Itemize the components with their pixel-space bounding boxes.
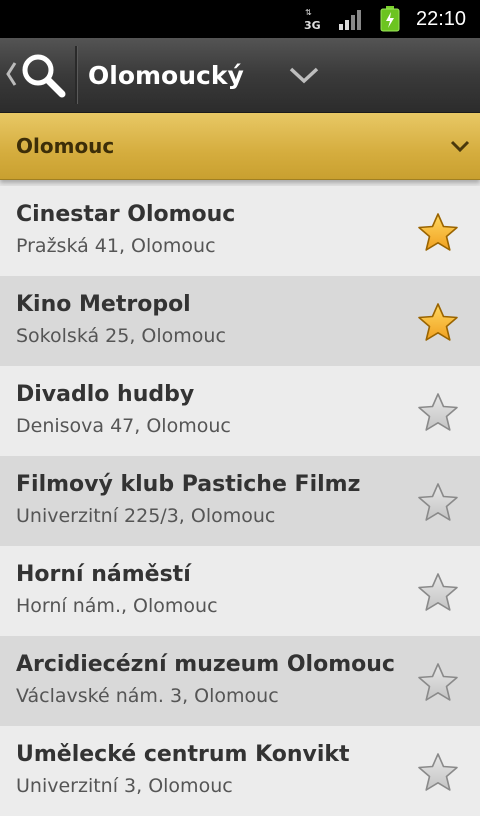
chevron-down-icon — [450, 140, 470, 153]
list-item[interactable]: Horní náměstí Horní nám., Olomouc — [0, 546, 480, 636]
back-chevron-icon[interactable] — [5, 60, 17, 88]
signal-strength-icon — [339, 10, 361, 30]
venue-address: Václavské nám. 3, Olomouc — [16, 685, 279, 707]
city-selector[interactable]: Olomouc — [0, 113, 480, 180]
venue-address: Univerzitní 3, Olomouc — [16, 775, 233, 797]
venue-name: Horní náměstí — [16, 562, 191, 587]
status-bar: ⇅ 3G 22:10 — [0, 0, 480, 38]
venue-address: Horní nám., Olomouc — [16, 595, 218, 617]
venue-list: Cinestar Olomouc Pražská 41, Olomouc Kino … — [0, 186, 480, 816]
venue-name: Cinestar Olomouc — [16, 202, 236, 227]
network-type-label: 3G — [304, 19, 321, 32]
favorite-star-empty-icon[interactable] — [416, 481, 460, 525]
chevron-down-icon[interactable] — [286, 60, 322, 90]
favorite-star-empty-icon[interactable] — [416, 751, 460, 795]
venue-name: Divadlo hudby — [16, 382, 195, 407]
venue-address: Pražská 41, Olomouc — [16, 235, 216, 257]
venue-address: Univerzitní 225/3, Olomouc — [16, 505, 276, 527]
list-item[interactable]: Kino Metropol Sokolská 25, Olomouc — [0, 276, 480, 366]
list-item[interactable]: Umělecké centrum Konvikt Univerzitní 3, O… — [0, 726, 480, 816]
venue-name: Filmový klub Pastiche Filmz — [16, 472, 361, 497]
network-3g-icon: ⇅ 3G — [304, 8, 321, 33]
venue-address: Denisova 47, Olomouc — [16, 415, 231, 437]
list-item[interactable]: Filmový klub Pastiche Filmz Univerzitní 2… — [0, 456, 480, 546]
clock: 22:10 — [416, 8, 467, 30]
venue-address: Sokolská 25, Olomouc — [16, 325, 226, 347]
list-item[interactable]: Arcidiecézní muzeum Olomouc Václavské nám… — [0, 636, 480, 726]
list-item[interactable]: Cinestar Olomouc Pražská 41, Olomouc — [0, 186, 480, 276]
venue-name: Kino Metropol — [16, 292, 191, 317]
battery-charging-icon — [380, 6, 400, 32]
action-bar-divider — [75, 46, 78, 104]
favorite-star-filled-icon[interactable] — [416, 301, 460, 345]
action-bar: Olomoucký — [0, 38, 480, 113]
favorite-star-empty-icon[interactable] — [416, 571, 460, 615]
list-item[interactable]: Divadlo hudby Denisova 47, Olomouc — [0, 366, 480, 456]
city-selector-label: Olomouc — [16, 134, 115, 158]
favorite-star-empty-icon[interactable] — [416, 391, 460, 435]
venue-name: Umělecké centrum Konvikt — [16, 742, 350, 767]
venue-name: Arcidiecézní muzeum Olomouc — [16, 652, 395, 677]
favorite-star-empty-icon[interactable] — [416, 661, 460, 705]
favorite-star-filled-icon[interactable] — [416, 211, 460, 255]
region-title[interactable]: Olomoucký — [88, 56, 244, 96]
search-icon[interactable] — [18, 50, 68, 100]
